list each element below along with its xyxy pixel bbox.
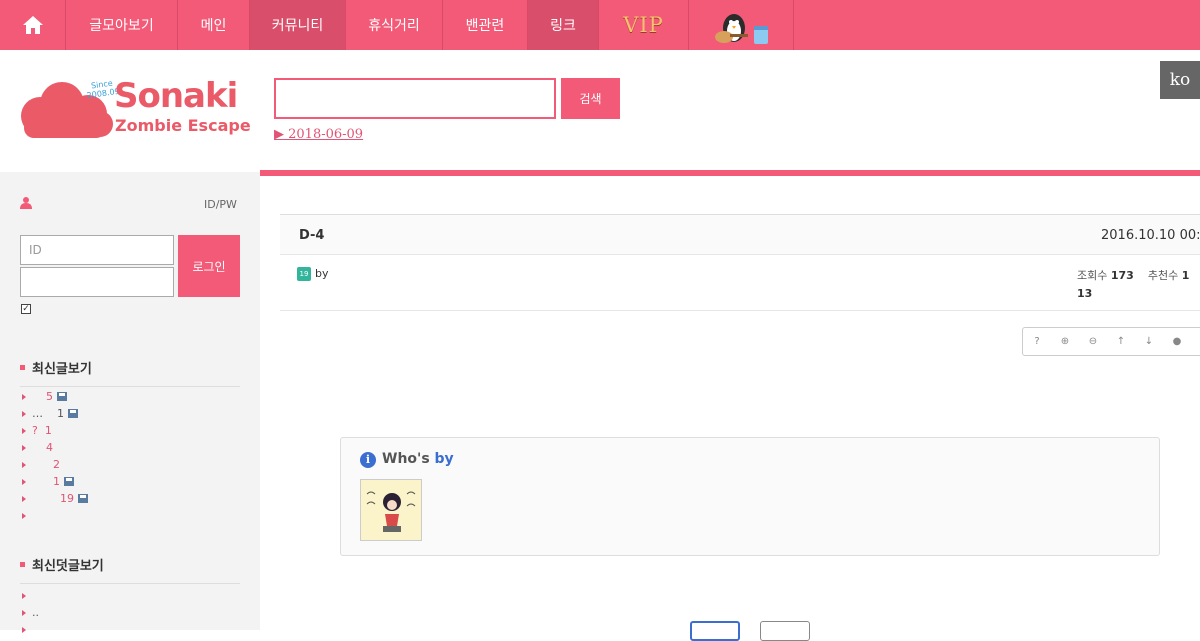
zoom-in-icon[interactable]: ⊕ <box>1051 336 1079 347</box>
nav-item-vip[interactable]: VIP <box>599 0 689 50</box>
views-count: 173 <box>1110 269 1134 282</box>
recommend-count: 1 <box>1181 269 1190 282</box>
nav-item-penguin[interactable] <box>689 0 794 50</box>
language-button[interactable]: ko <box>1160 61 1200 99</box>
post-stats: 조회수 173 추천수 1 13 <box>1077 267 1200 303</box>
id-input[interactable]: ID <box>20 235 174 265</box>
help-icon[interactable]: ? <box>1023 336 1051 347</box>
list-item[interactable]: 1 <box>22 473 88 490</box>
header: Since 2008.09 Sonaki Zombie Escape 검색 ▶ … <box>0 50 1200 172</box>
recent-comments-title: 최신덧글보기 <box>20 555 240 584</box>
nav-item-all-posts[interactable]: 글모아보기 <box>66 0 178 50</box>
info-icon: i <box>360 452 376 468</box>
password-input[interactable] <box>20 267 174 297</box>
home-icon <box>22 16 43 34</box>
remember-checkbox[interactable]: ✓ <box>21 304 31 314</box>
logo-name: Sonaki <box>114 76 238 116</box>
list-item[interactable]: … 1 <box>22 405 88 422</box>
list-item[interactable] <box>22 507 88 524</box>
recent-posts-list: 5 … 1 ? 1 4 2 1 19 <box>22 388 88 524</box>
recent-comments-list: .. <box>22 587 39 638</box>
penguin-guitar-icon <box>715 14 768 44</box>
list-item[interactable]: 19 <box>22 490 88 507</box>
whos-name[interactable]: by <box>435 451 454 467</box>
arrow-up-icon[interactable]: ↑ <box>1107 336 1135 347</box>
arrow-down-icon[interactable]: ↓ <box>1135 336 1163 347</box>
search-button[interactable]: 검색 <box>561 78 620 119</box>
post-meta: 19 by 조회수 173 추천수 1 13 <box>280 255 1200 311</box>
comment-icon[interactable]: ● <box>1163 336 1191 347</box>
nav-item-main[interactable]: 메인 <box>178 0 250 50</box>
search-input[interactable] <box>274 78 556 119</box>
level-badge-icon: 19 <box>297 267 311 281</box>
post-header: D-4 2016.10.10 00:3 <box>280 214 1200 255</box>
views-label: 조회수 <box>1077 269 1108 282</box>
nav-item-community[interactable]: 커뮤니티 <box>250 0 346 50</box>
list-item[interactable] <box>22 587 39 604</box>
profile-image <box>360 479 422 541</box>
header-divider <box>260 170 1200 176</box>
idpw-label: ID/PW <box>204 198 237 211</box>
post-toolbar: ? ⊕ ⊖ ↑ ↓ ● <box>1022 327 1200 356</box>
home-button[interactable] <box>0 0 66 50</box>
list-item[interactable]: 5 <box>22 388 88 405</box>
vip-label: VIP <box>623 13 664 37</box>
pager-button-prev[interactable] <box>690 621 740 641</box>
recommend-label: 추천수 <box>1147 269 1179 282</box>
comment-count: 13 <box>1077 287 1093 300</box>
date-link[interactable]: ▶ 2018-06-09 <box>274 127 363 142</box>
site-logo[interactable]: Since 2008.09 Sonaki Zombie Escape <box>18 76 251 142</box>
save-icon <box>77 494 88 503</box>
post-area: D-4 2016.10.10 00:3 19 by 조회수 173 추천수 1 … <box>280 214 1200 356</box>
whos-title: Who's by <box>382 451 454 467</box>
post-date: 2016.10.10 00:3 <box>1101 228 1200 243</box>
nav-item-rest[interactable]: 휴식거리 <box>346 0 443 50</box>
save-icon <box>63 477 74 486</box>
whos-box: i Who's by <box>340 437 1160 556</box>
top-nav: 글모아보기 메인 커뮤니티 휴식거리 밴관련 링크 VIP <box>0 0 1200 50</box>
profile-drawing-icon <box>361 480 421 540</box>
save-icon <box>57 392 67 401</box>
recent-posts-title: 최신글보기 <box>20 358 240 387</box>
pager-button-next[interactable] <box>760 621 810 641</box>
nav-item-link[interactable]: 링크 <box>528 0 599 50</box>
list-item[interactable]: 4 <box>22 439 88 456</box>
login-button[interactable]: 로그인 <box>178 235 240 297</box>
list-item[interactable]: 2 <box>22 456 88 473</box>
sidebar: ID/PW ID 로그인 ✓ 최신글보기 5 … 1 ? 1 4 2 1 19 … <box>0 172 260 630</box>
logo-subtitle: Zombie Escape <box>115 116 251 135</box>
nav-item-ban[interactable]: 밴관련 <box>443 0 528 50</box>
post-author[interactable]: by <box>315 267 329 280</box>
zoom-out-icon[interactable]: ⊖ <box>1079 336 1107 347</box>
save-icon <box>68 409 78 418</box>
list-item[interactable]: ? 1 <box>22 422 88 439</box>
post-title: D-4 <box>299 228 325 243</box>
user-icon <box>20 197 32 209</box>
list-item[interactable]: .. <box>22 604 39 621</box>
